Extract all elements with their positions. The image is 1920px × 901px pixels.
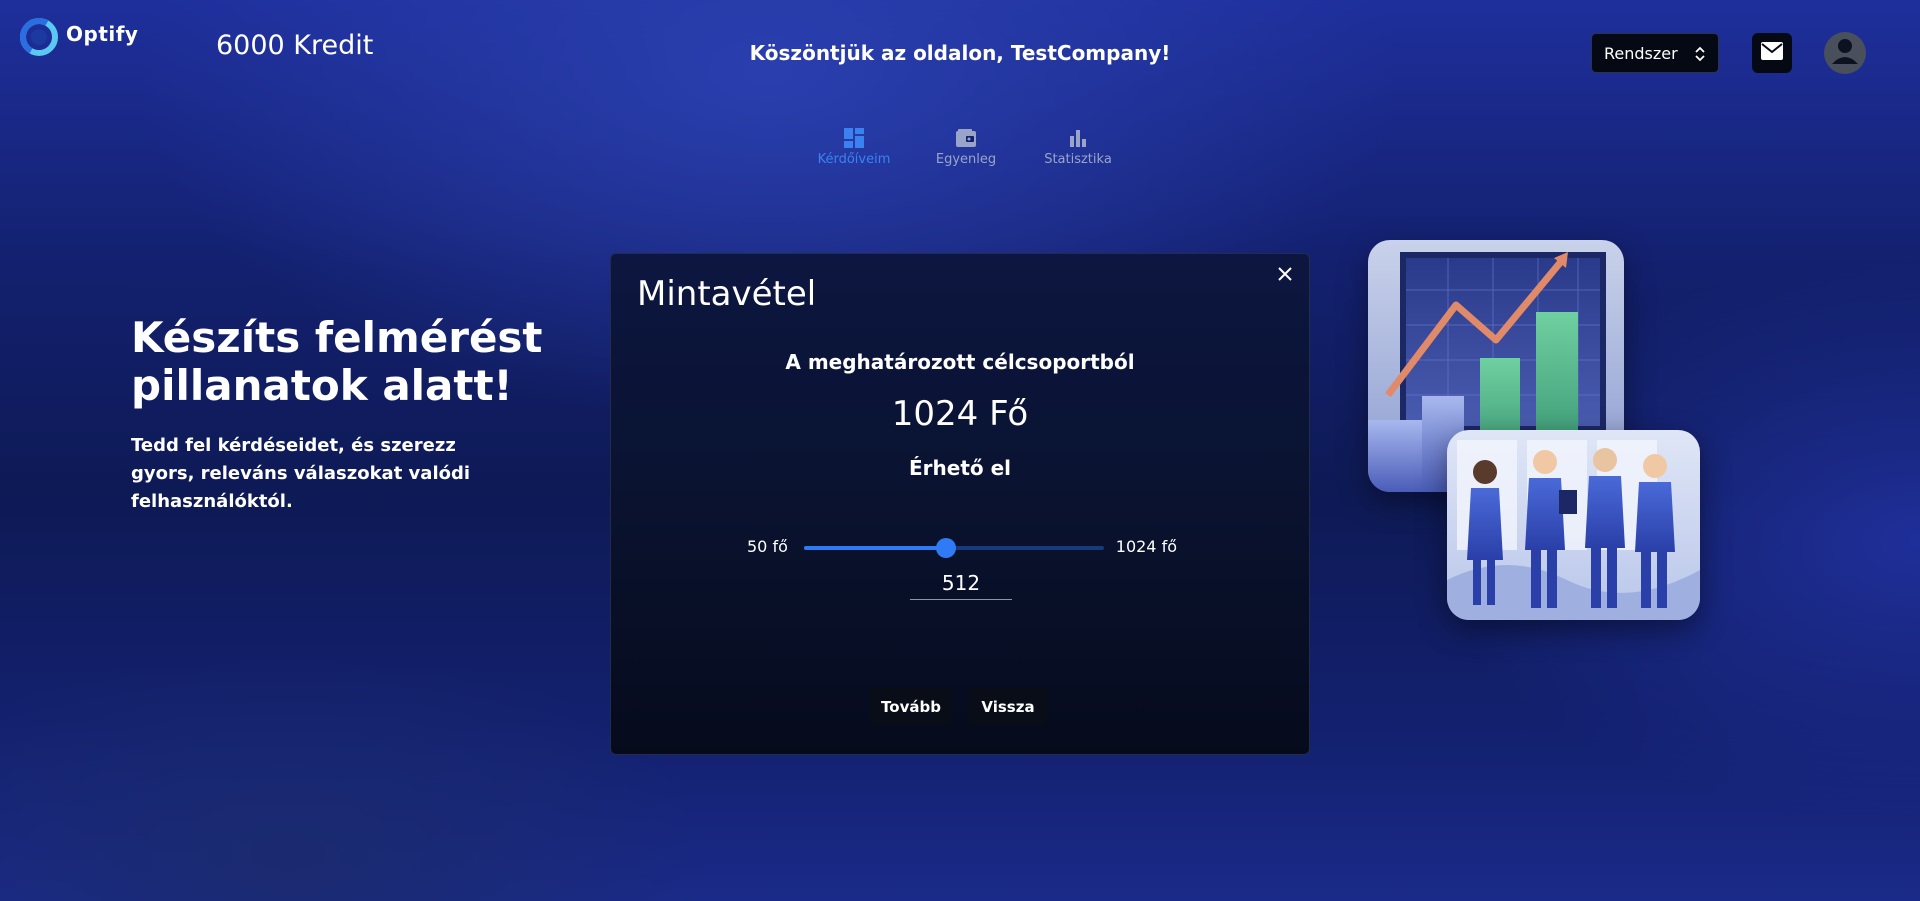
slider-max-label: 1024 fő <box>1115 537 1177 556</box>
tab-label: Egyenleg <box>935 152 997 167</box>
audience-count: 1024 Fő <box>891 394 1029 434</box>
sampling-modal: Mintavétel A meghatározott célcsoportból… <box>610 253 1310 755</box>
mail-button[interactable] <box>1752 33 1792 73</box>
availability-text: Érhető el <box>908 456 1011 480</box>
wallet-icon <box>956 126 976 150</box>
tab-label: Statisztika <box>1044 152 1112 167</box>
mail-icon <box>1761 42 1783 64</box>
slider-min-label: 50 fő <box>747 537 788 556</box>
close-icon <box>1273 267 1297 290</box>
business-team-illustration <box>1447 430 1700 620</box>
tab-label: Kérdőíveim <box>817 152 891 167</box>
dashboard-icon <box>844 126 864 150</box>
back-button[interactable]: Vissza <box>968 688 1048 726</box>
theme-select-value: Rendszer <box>1604 43 1678 63</box>
tab-statisztika[interactable]: Statisztika <box>1022 126 1134 167</box>
main-nav: Kérdőíveim Egyenleg Statisztika <box>798 126 1134 167</box>
close-button[interactable] <box>1273 262 1297 286</box>
sample-size-input[interactable] <box>910 566 1012 600</box>
hero-title: Készíts felmérést pillanatok alatt! <box>131 313 543 410</box>
tab-egyenleg[interactable]: Egyenleg <box>910 126 1022 167</box>
sample-size-slider-row: 50 fő 1024 fő <box>747 535 1177 559</box>
bar-chart-icon <box>1069 126 1087 150</box>
tab-kerdoiveim[interactable]: Kérdőíveim <box>798 126 910 167</box>
theme-select[interactable]: Rendszer <box>1591 33 1719 73</box>
next-button[interactable]: Tovább <box>870 688 952 726</box>
avatar[interactable] <box>1824 32 1866 74</box>
user-icon <box>1824 32 1866 74</box>
modal-title: Mintavétel <box>637 274 817 314</box>
hero-subtitle: Tedd fel kérdéseidet, és szerezz gyors, … <box>131 435 471 512</box>
modal-subtitle: A meghatározott célcsoportból <box>785 350 1135 374</box>
slider-thumb[interactable] <box>936 538 957 558</box>
sample-size-slider[interactable] <box>804 538 1104 558</box>
slider-fill <box>804 546 947 550</box>
sort-icon <box>1694 45 1706 67</box>
